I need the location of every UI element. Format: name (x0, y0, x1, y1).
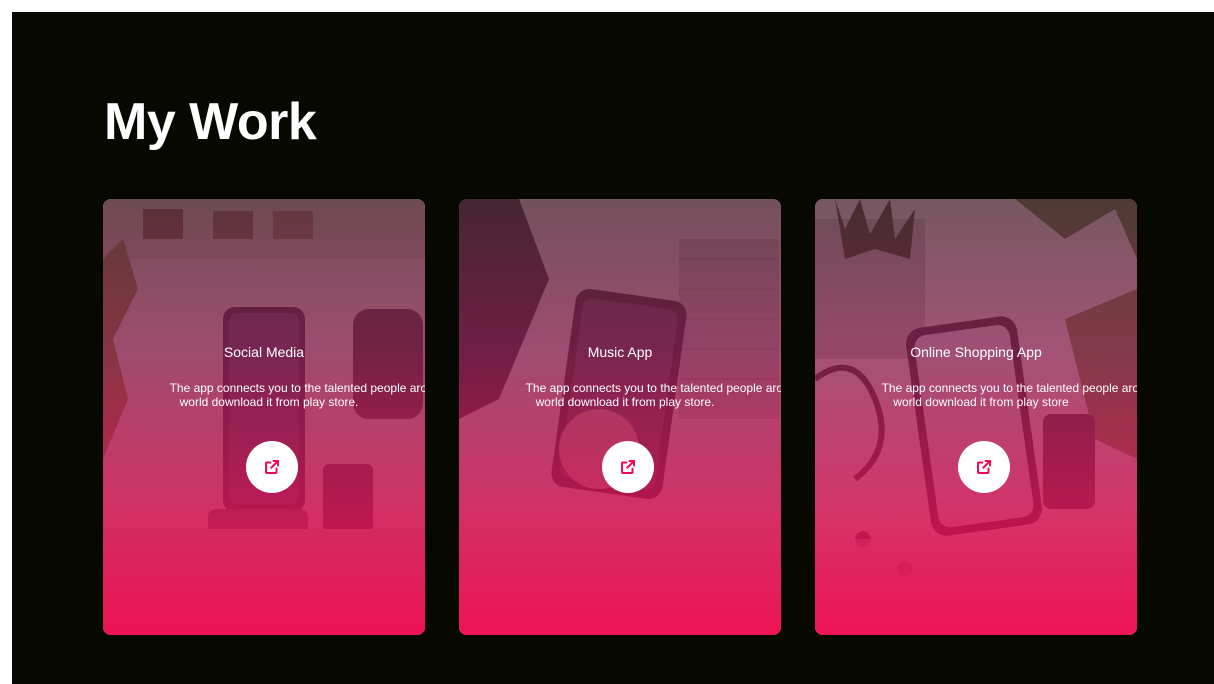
project-card-music-app: Music App The app connects you to the ta… (459, 199, 781, 635)
project-description: The app connects you to the talented peo… (525, 381, 781, 409)
open-project-button[interactable] (958, 441, 1010, 493)
open-project-button[interactable] (246, 441, 298, 493)
project-title: Music App (587, 344, 653, 360)
project-description: The app connects you to the talented peo… (881, 381, 1137, 409)
project-description: The app connects you to the talented peo… (169, 381, 425, 409)
portfolio-section: My Work Social Media The app connects yo… (12, 12, 1214, 684)
external-link-icon (621, 460, 635, 474)
project-card-social-media: Social Media The app connects you to the… (103, 199, 425, 635)
project-title: Online Shopping App (910, 344, 1042, 360)
external-link-icon (265, 460, 279, 474)
open-project-button[interactable] (602, 441, 654, 493)
external-link-icon (977, 460, 991, 474)
project-card-online-shopping-app: Online Shopping App The app connects you… (815, 199, 1137, 635)
project-title: Social Media (223, 344, 305, 360)
section-title: My Work (104, 93, 317, 151)
